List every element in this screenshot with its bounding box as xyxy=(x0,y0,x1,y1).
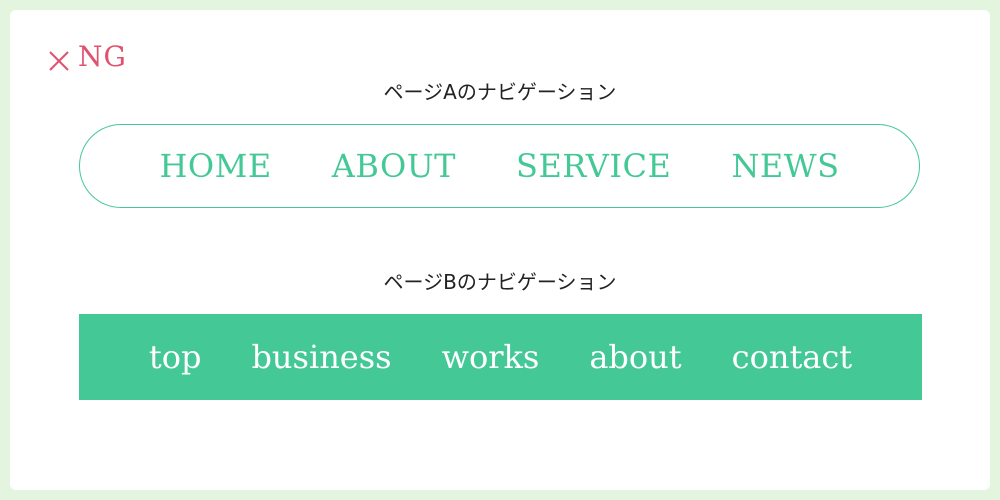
nav-item-news[interactable]: NEWS xyxy=(731,147,839,185)
nav-item-about[interactable]: ABOUT xyxy=(332,147,456,185)
close-icon xyxy=(48,46,70,71)
page-b-navigation: top business works about contact xyxy=(79,314,922,400)
nav-item-business[interactable]: business xyxy=(251,338,391,376)
ng-label: NG xyxy=(78,40,127,73)
nav-item-about[interactable]: about xyxy=(589,338,681,376)
page-a-navigation: HOME ABOUT SERVICE NEWS xyxy=(79,124,920,208)
page-b-caption: ページBのナビゲーション xyxy=(383,270,617,294)
page-a-caption: ページAのナビゲーション xyxy=(383,80,617,104)
content-card: NG ページAのナビゲーション HOME ABOUT SERVICE NEWS … xyxy=(10,10,990,490)
nav-item-top[interactable]: top xyxy=(149,338,202,376)
nav-item-contact[interactable]: contact xyxy=(732,338,853,376)
ng-badge: NG xyxy=(48,40,127,73)
nav-item-works[interactable]: works xyxy=(442,338,540,376)
nav-item-home[interactable]: HOME xyxy=(159,147,271,185)
nav-item-service[interactable]: SERVICE xyxy=(516,147,671,185)
